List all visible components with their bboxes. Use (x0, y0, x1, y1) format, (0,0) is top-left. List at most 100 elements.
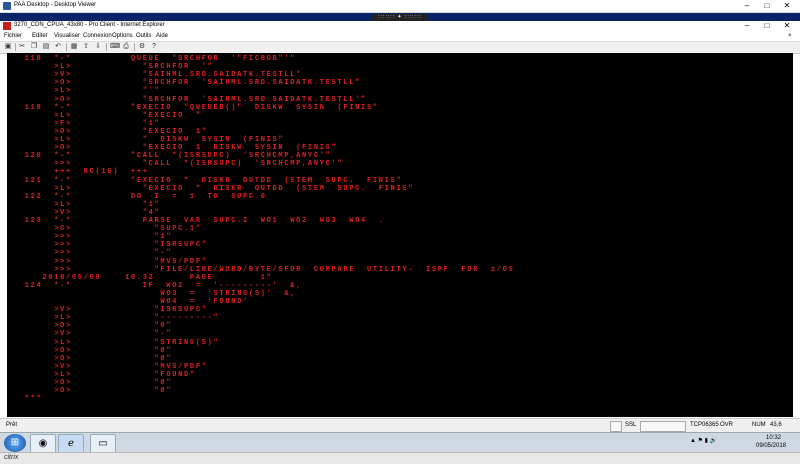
terminal-line: >O> "0" (7, 322, 173, 331)
menu-visualiser[interactable]: Visualiser (54, 33, 80, 39)
terminal-line: >V> "-" (7, 330, 173, 339)
terminal-line: >V> "MVS/PDF" (7, 362, 208, 371)
terminal-line: >>> "-" (7, 249, 173, 258)
status-text: Prêt (6, 422, 18, 428)
outer-titlebar: PAA Desktop - Desktop Viewer – □ ✕ (0, 0, 800, 13)
terminal-line: +++ RC(16) +++ (7, 168, 149, 177)
terminal-line: >L> "1" (7, 200, 161, 209)
terminal-line: >V> "4" (7, 208, 161, 217)
num-indicator: NUM (752, 422, 766, 428)
clock-date[interactable]: 09/05/2018 (756, 443, 786, 449)
citrix-logo: citrix (4, 454, 19, 461)
terminal-line: >O> "0" (7, 354, 173, 363)
copy-icon[interactable]: ❐ (30, 43, 38, 51)
toolbar-separator (15, 43, 16, 51)
terminal-line: WO4 = 'FOUND' (7, 298, 249, 306)
terminal-line: >L> "EXECIO " (7, 111, 202, 120)
inner-close-button[interactable]: ✕ (780, 21, 794, 31)
desktop-viewer-icon (3, 2, 11, 10)
terminal-line: >O> "EXECIO 1" (7, 127, 208, 136)
terminal-line: >L> "EXECIO * DISKR OUTDD (STEM SUPC. FI… (7, 184, 415, 193)
inner-maximize-button[interactable]: □ (760, 21, 774, 31)
menu-editer[interactable]: Editer (32, 33, 48, 39)
menu-close-icon[interactable]: × (788, 33, 792, 39)
terminal-line: >>> "FILE/LINE/WORD/BYTE/SFOR COMPARE UT… (7, 265, 515, 274)
terminal-line: >L> "FOUND" (7, 370, 196, 379)
terminal-line: 2018/05/09 10.32 PAGE 1" (7, 273, 273, 282)
terminal-line: 119 *-* "EXECIO "QUEUED()" DISKW SYSIN (… (7, 103, 379, 112)
terminal-line: >>> "1" (7, 233, 173, 242)
terminal-line: >V> "ISRSUPC" (7, 306, 208, 315)
terminal-line: *** (7, 395, 43, 404)
print-icon[interactable]: ⎙ (122, 43, 130, 51)
cut-icon[interactable]: ✂ (18, 43, 26, 51)
clock-time[interactable]: 10:32 (766, 435, 781, 441)
inner-minimize-button[interactable]: – (740, 21, 754, 31)
status-bar: Prêt SSL TCP06365 OVR NUM 43,6 (0, 418, 800, 433)
minimize-button[interactable]: – (740, 1, 754, 11)
undo-icon[interactable]: ↶ (54, 43, 62, 51)
explorer-icon[interactable]: ▭ (90, 434, 116, 454)
terminal-line: 123 *-* PARSE VAR SUPC.I WO1 WO2 WO3 WO4… (7, 217, 385, 225)
terminal-line: >F> "1" (7, 119, 161, 128)
keyboard-icon[interactable]: ⌨ (110, 43, 120, 51)
citrix-bottom-bar: citrix (0, 452, 800, 464)
status-empty-cell (640, 421, 686, 432)
terminal-line: >V> "SAIHML.SRD.SAIDATK.TESTLL" (7, 71, 303, 80)
ie-icon (3, 22, 11, 30)
ovr-indicator: OVR (720, 422, 734, 428)
send-icon[interactable]: ⇧ (82, 43, 90, 51)
macro-icon[interactable]: ▦ (70, 43, 78, 51)
terminal-line: WO3 = 'STRING(S)' &, (7, 289, 297, 298)
ie-taskbar-icon[interactable]: ℯ (58, 434, 84, 454)
taskbar: ⊞ ◉ ℯ ▭ ▲ ⚑ ▮ 🔊 10:32 09/05/2018 (0, 432, 800, 454)
close-button[interactable]: ✕ (780, 1, 794, 11)
terminal-line: >O> "0" (7, 346, 173, 355)
settings-icon[interactable]: ⚙ (138, 43, 146, 51)
terminal-line: >C> "SUPC.1" (7, 225, 202, 234)
tray-icons[interactable]: ▲ ⚑ ▮ 🔊 (690, 437, 717, 444)
session-icon[interactable]: ▣ (4, 43, 12, 51)
receive-icon[interactable]: ⇩ (94, 43, 102, 51)
paste-icon[interactable]: ▤ (42, 43, 50, 51)
terminal-line: 118 *-* QUEUE "SRCHFOR '"FICBOB"'" (7, 55, 297, 63)
terminal-line: 124 *-* IF WO2 = '---------' &, (7, 281, 303, 290)
maximize-button[interactable]: □ (760, 1, 774, 11)
terminal-line: >>> "MVS/PDF" (7, 257, 208, 266)
inner-window-title: 3270_CDN_CPUA_43x80 - Pro Client - Inter… (14, 22, 165, 28)
terminal-line: 122 *-* DO I = 1 TO SUPC.0 (7, 192, 267, 201)
terminal-line: >L> "STRING(S)" (7, 338, 220, 347)
host-id: TCP06365 (690, 422, 719, 428)
terminal-line: 120 *-* "CALL *(ISRSUPC) 'SRCHCMP,ANYC'" (7, 152, 332, 161)
outer-window-title: PAA Desktop - Desktop Viewer (14, 2, 97, 8)
terminal-line: >L> " DISKW SYSIN (FINIS" (7, 136, 285, 144)
chrome-icon[interactable]: ◉ (30, 434, 56, 454)
ssl-indicator: SSL (625, 422, 637, 428)
toolbar-separator (66, 43, 67, 51)
menu-options[interactable]: Options (112, 33, 133, 39)
start-button[interactable]: ⊞ (4, 434, 26, 452)
terminal-line: >O> "EXECIO 1 DISKW SYSIN (FINIS" (7, 144, 338, 153)
inner-titlebar: 3270_CDN_CPUA_43x80 - Pro Client - Inter… (0, 21, 800, 31)
menu-connexion[interactable]: Connexion (83, 33, 112, 39)
menu-fichier[interactable]: Fichier (4, 33, 22, 39)
toolbar-separator (106, 43, 107, 51)
terminal-line: 121 *-* "EXECIO * DISKR OUTDD (STEM SUPC… (7, 176, 403, 185)
inner-window: 3270_CDN_CPUA_43x80 - Pro Client - Inter… (0, 21, 800, 433)
terminal-line: >O> "SRCHFOR 'SAIHML.SRD.SAIDATK.TESTLL" (7, 79, 362, 88)
citrix-toolbar-handle[interactable]: ::::::: ✦ ::::::: (372, 14, 428, 21)
menubar: Fichier Editer Visualiser Connexion Opti… (0, 32, 800, 41)
menu-outils[interactable]: Outils (136, 33, 151, 39)
terminal-screen[interactable]: 118 *-* QUEUE "SRCHFOR '"FICBOB"'" >L> "… (7, 53, 793, 423)
terminal-line: >L> "---------" (7, 314, 220, 323)
lock-icon (610, 421, 622, 432)
terminal-line: >O> "0" (7, 379, 173, 387)
terminal-line: >O> "SRCHFOR 'SAIHML.SRD.SAIDATK.TESTLL'… (7, 95, 367, 104)
terminal-line: >>> "CALL *(ISRSUPC) 'SRCHCMP,ANYC'" (7, 160, 344, 169)
terminal-line: >L> "'" (7, 87, 161, 96)
help-icon[interactable]: ? (150, 43, 158, 51)
terminal-line: >L> "SRCHFOR '" (7, 63, 214, 72)
menu-aide[interactable]: Aide (156, 33, 168, 39)
terminal-line: >>> "ISRSUPC" (7, 241, 208, 250)
cursor-position: 43,6 (770, 422, 782, 428)
